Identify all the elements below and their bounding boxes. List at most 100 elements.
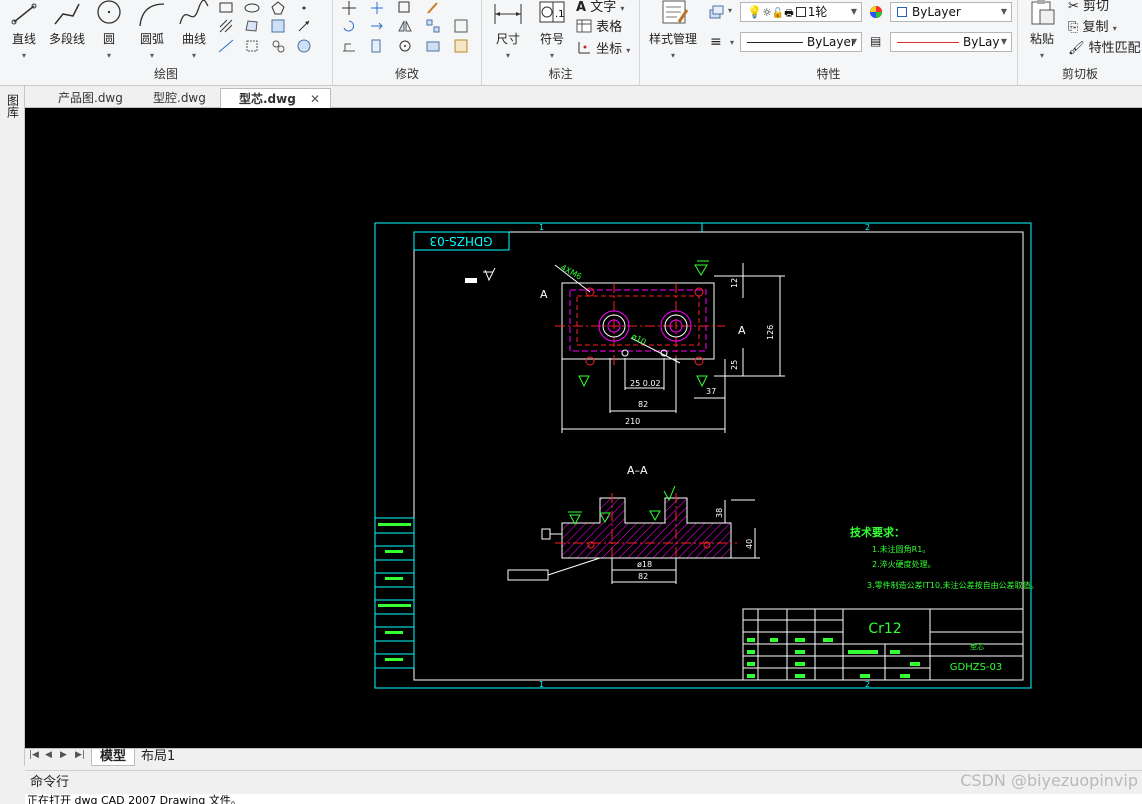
tab-cavity-dwg[interactable]: 型腔.dwg xyxy=(135,88,216,108)
chevron-down-icon: ▾ xyxy=(21,51,26,60)
tab-product-dwg[interactable]: 产品图.dwg xyxy=(40,88,133,108)
chevron-down-icon[interactable]: ▾ xyxy=(730,38,734,47)
layer-dropdown[interactable]: 💡☼🔓🖶 1轮 ▼ xyxy=(740,2,862,22)
material-text: Cr12 xyxy=(868,621,901,637)
dimension-icon xyxy=(494,4,522,24)
match-properties-button[interactable]: 🖌 特性匹配 xyxy=(1068,37,1141,56)
document-tab-bar: 产品图.dwg 型腔.dwg 型芯.dwg ✕ xyxy=(0,86,1142,108)
layer-color-swatch xyxy=(795,7,806,17)
brush-icon[interactable] xyxy=(425,0,441,16)
layout-tab-bar: |◀ ◀ ▶ ▶| 模型 布局1 xyxy=(25,748,1142,766)
fillet-icon[interactable] xyxy=(397,38,413,54)
polygon-icon[interactable] xyxy=(270,0,286,16)
next-layout-icon[interactable]: ▶ xyxy=(60,750,67,760)
modify-group: 修改 xyxy=(333,0,482,86)
dim-25-tol: 25 0.02 xyxy=(630,379,661,388)
symbol-button[interactable]: .1 符号 ▾ xyxy=(534,0,570,61)
command-history[interactable]: 正在打开 dwg CAD 2007 Drawing 文件。 xyxy=(25,794,1142,804)
dim-82: 82 xyxy=(638,400,648,409)
library-label: 图库 xyxy=(5,94,20,118)
color-wheel-icon[interactable] xyxy=(868,4,884,20)
last-layout-icon[interactable]: ▶| xyxy=(75,750,85,760)
scissors-icon: ✂ xyxy=(1068,0,1079,14)
cut-button[interactable]: ✂ 剪切 xyxy=(1068,0,1109,14)
command-history-text: 正在打开 dwg CAD 2007 Drawing 文件。 xyxy=(27,794,242,804)
chevron-down-icon[interactable]: ▾ xyxy=(728,6,732,15)
offset-icon[interactable] xyxy=(369,38,385,54)
line-icon xyxy=(11,3,37,25)
mirror-icon[interactable] xyxy=(397,18,413,34)
chevron-down-icon: ▾ xyxy=(505,51,510,60)
tab-layout1[interactable]: 布局1 xyxy=(133,749,183,766)
close-icon[interactable]: ✕ xyxy=(310,92,320,106)
table-button[interactable]: 表格 xyxy=(576,16,622,35)
draw-group-label: 绘图 xyxy=(153,67,178,81)
lineweight-dropdown[interactable]: ByLay ▼ xyxy=(890,32,1012,52)
polyline-icon xyxy=(54,3,80,25)
boundary-icon[interactable] xyxy=(244,38,260,54)
dimension-label: 尺寸 xyxy=(495,32,520,46)
title-drawing-no: GDHZS-03 xyxy=(950,662,1003,673)
lineweight-icon[interactable]: ▤ xyxy=(870,34,881,48)
rotate-icon[interactable] xyxy=(341,18,357,34)
chevron-down-icon: ▾ xyxy=(149,51,154,60)
bulb-icon: 💡 xyxy=(747,5,762,19)
linetype-dropdown[interactable]: ByLayer ▼ xyxy=(740,32,862,52)
wipeout-icon[interactable] xyxy=(296,38,312,54)
list-icon[interactable]: ≡ xyxy=(710,34,722,50)
move-icon[interactable] xyxy=(341,0,357,16)
drawing-canvas[interactable]: 1 2 1 2 GDHZS-03 A A 4XM6 ø10 126 12 25 … xyxy=(25,108,1142,748)
dimension-button[interactable]: 尺寸 ▾ xyxy=(490,0,526,61)
rectangle-icon[interactable] xyxy=(218,0,234,16)
tab-model[interactable]: 模型 xyxy=(91,749,136,766)
color-dropdown[interactable]: ByLayer ▼ xyxy=(890,2,1012,22)
chevron-down-icon: ▾ xyxy=(191,51,196,60)
chevron-down-icon: ▼ xyxy=(850,37,857,46)
style-manager-button[interactable]: 样式管理 ▾ xyxy=(644,0,702,61)
copy-object-icon[interactable] xyxy=(397,0,413,16)
point-icon[interactable] xyxy=(296,0,312,16)
coordinate-button[interactable]: 坐标 ▾ xyxy=(576,38,630,57)
tab-core-dwg[interactable]: 型芯.dwg ✕ xyxy=(220,88,332,108)
tab-model-label: 模型 xyxy=(100,749,127,764)
erase-icon[interactable] xyxy=(453,38,469,54)
text-button[interactable]: A 文字 ▾ xyxy=(576,0,624,15)
tech-line-2: 2.淬火硬度处理。 xyxy=(872,559,936,569)
region-icon[interactable] xyxy=(244,18,260,34)
layer-properties-icon[interactable] xyxy=(708,4,724,20)
donut-icon[interactable] xyxy=(270,38,286,54)
section-view: A–A 38 40 ø18 82 xyxy=(507,464,760,584)
match-properties-icon: 🖌 xyxy=(1068,41,1085,56)
prev-layout-icon[interactable]: ◀ xyxy=(45,750,52,760)
trim-icon[interactable] xyxy=(369,0,385,16)
array-icon[interactable] xyxy=(425,18,441,34)
circle-label: 圆 xyxy=(102,32,115,46)
tech-line-1: 1.未注圆角R1。 xyxy=(872,544,930,554)
linetype-sample xyxy=(747,42,803,43)
scale-icon[interactable] xyxy=(453,18,469,34)
hatch-icon[interactable] xyxy=(218,18,234,34)
line-button[interactable]: 直线 ▾ xyxy=(6,0,42,61)
block-icon[interactable] xyxy=(270,18,286,34)
arc-button[interactable]: 圆弧 ▾ xyxy=(134,0,170,61)
copy-button[interactable]: ⎘ 复制 ▾ xyxy=(1068,16,1117,35)
circle-button[interactable]: 圆 ▾ xyxy=(93,0,125,61)
drawing-svg: 1 2 1 2 GDHZS-03 A A 4XM6 ø10 126 12 25 … xyxy=(374,222,1039,689)
extend-icon[interactable] xyxy=(369,18,385,34)
ellipse-icon[interactable] xyxy=(244,0,260,16)
curve-button[interactable]: 曲线 ▾ xyxy=(176,0,212,61)
xline-icon[interactable] xyxy=(218,38,234,54)
arrow-icon[interactable] xyxy=(296,18,312,34)
library-panel-button[interactable]: 图库 xyxy=(4,94,20,121)
copy-label: 复制 xyxy=(1082,20,1109,35)
chevron-down-icon: ▼ xyxy=(1000,7,1007,16)
sheet-border xyxy=(413,231,1024,681)
paste-button[interactable]: 粘贴 ▾ xyxy=(1026,0,1058,61)
modify-tools-row-3 xyxy=(341,38,469,54)
polyline-button[interactable]: 多段线 xyxy=(45,0,89,47)
line-label: 直线 xyxy=(11,32,36,46)
annotate-group-label: 标注 xyxy=(548,67,573,81)
explode-icon[interactable] xyxy=(425,38,441,54)
first-layout-icon[interactable]: |◀ xyxy=(29,750,39,760)
stretch-icon[interactable] xyxy=(341,38,357,54)
